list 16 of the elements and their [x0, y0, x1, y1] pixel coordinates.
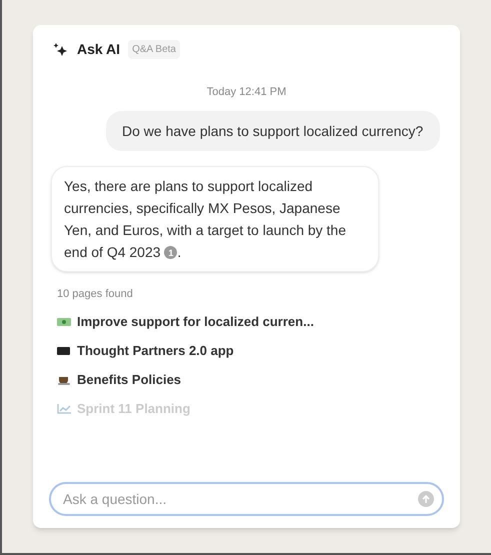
- beta-tag: Q&A Beta: [128, 40, 180, 59]
- page-link[interactable]: Improve support for localized curren...: [57, 307, 436, 336]
- banknote-icon: [57, 316, 71, 326]
- page-link[interactable]: Benefits Policies: [57, 365, 436, 394]
- timestamp: Today 12:41 PM: [206, 85, 286, 100]
- sparkle-icon: [53, 42, 69, 56]
- question-bubble: Do we have plans to support localized currency?: [106, 110, 440, 150]
- answer-text: Yes, there are plans to support localized currencies, specifically MX Pesos, Japanese Yen, and Euros, with a target to launch by the end of Q4 2023 1 .: [64, 176, 348, 262]
- pages-count: 10 pages found: [57, 286, 134, 302]
- cup-icon: [57, 374, 71, 384]
- panel-title: Ask AI: [77, 40, 120, 59]
- question-field[interactable]: Ask a question...: [49, 482, 444, 516]
- flag-icon: [57, 346, 71, 356]
- send-icon[interactable]: [418, 491, 434, 507]
- chart-icon: [57, 404, 71, 414]
- page-link[interactable]: Thought Partners 2.0 app: [57, 336, 436, 365]
